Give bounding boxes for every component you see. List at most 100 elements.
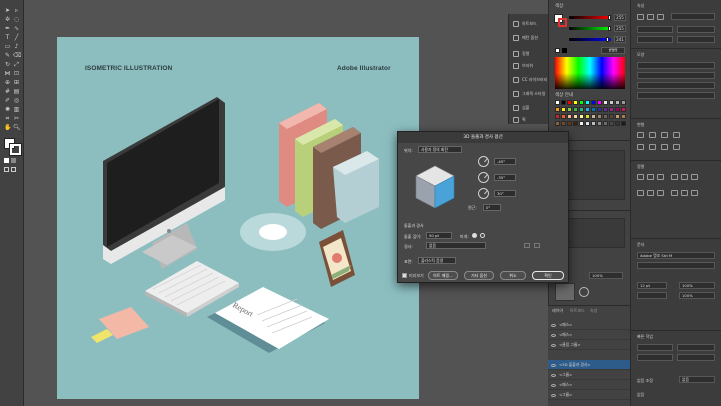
pathfinder-minus-icon[interactable]: [649, 132, 656, 138]
eye-icon[interactable]: [551, 333, 556, 337]
more-options-button[interactable]: 기타 옵션: [464, 271, 494, 280]
bevel-out-icon[interactable]: [534, 243, 540, 248]
kerning-field[interactable]: 100%: [679, 292, 715, 299]
map-art-button[interactable]: 아트 매핑...: [428, 271, 458, 280]
graph-tool-icon[interactable]: ▥: [13, 107, 20, 113]
white-swatch[interactable]: [555, 48, 560, 53]
mask-thumbnail[interactable]: [555, 283, 575, 301]
indent-right-field[interactable]: [677, 344, 715, 351]
eye-icon[interactable]: [551, 373, 556, 377]
screen-mode-icon[interactable]: [11, 167, 16, 172]
layer-row[interactable]: <그룹>: [548, 370, 630, 380]
strip-item-graphic-style[interactable]: 그래픽 스타일: [513, 88, 549, 100]
gradient-tool-icon[interactable]: ▤: [13, 89, 20, 95]
blue-value[interactable]: 241: [614, 36, 626, 43]
color-swatch[interactable]: [621, 114, 626, 119]
direct-selection-tool-icon[interactable]: ▹: [13, 8, 20, 14]
tab-artboards[interactable]: 아트보드: [570, 308, 585, 314]
color-swatch[interactable]: [579, 107, 584, 112]
color-swatch[interactable]: [555, 114, 560, 119]
black-swatch[interactable]: [562, 48, 567, 53]
font-style-field[interactable]: [637, 262, 715, 269]
hyphenation-field[interactable]: 없음: [679, 376, 715, 383]
color-swatch[interactable]: [561, 114, 566, 119]
color-swatch[interactable]: [603, 100, 608, 105]
cap-on-icon[interactable]: [472, 233, 477, 238]
green-slider[interactable]: [569, 27, 611, 30]
font-family-field[interactable]: Adobe 명조 Std M: [637, 252, 715, 259]
eye-icon[interactable]: [551, 343, 556, 347]
strip-item-align[interactable]: 정렬: [513, 48, 549, 60]
scale-tool-icon[interactable]: ⤢: [13, 62, 20, 68]
appearance-stroke-row[interactable]: [637, 72, 715, 79]
tab-layers[interactable]: 레이어: [552, 308, 563, 314]
appearance-opacity-row[interactable]: [637, 82, 715, 89]
eyedropper-tool-icon[interactable]: ✐: [4, 98, 11, 104]
red-slider[interactable]: [569, 16, 611, 19]
color-swatch[interactable]: [609, 107, 614, 112]
ok-button[interactable]: 확인: [532, 271, 564, 280]
color-swatch[interactable]: [615, 100, 620, 105]
color-mode-icon[interactable]: [4, 158, 9, 163]
cap-off-icon[interactable]: [480, 233, 485, 238]
x-rotation-dial[interactable]: [478, 156, 489, 167]
x-field[interactable]: [637, 26, 673, 33]
color-swatch[interactable]: [603, 114, 608, 119]
tab-color[interactable]: 색상: [555, 3, 563, 9]
draw-mode-icon[interactable]: [4, 167, 9, 172]
font-field[interactable]: [671, 13, 715, 20]
align-left-icon[interactable]: [647, 14, 654, 20]
y-field[interactable]: [677, 26, 715, 33]
color-swatch[interactable]: [561, 107, 566, 112]
color-swatch[interactable]: [591, 107, 596, 112]
perspective-field[interactable]: 0°: [483, 204, 501, 211]
color-swatch[interactable]: [609, 100, 614, 105]
color-swatch[interactable]: [567, 114, 572, 119]
color-swatch[interactable]: [585, 114, 590, 119]
z-rotation-dial[interactable]: [478, 188, 489, 199]
pathfinder-unite-icon[interactable]: [637, 132, 644, 138]
paintbrush-tool-icon[interactable]: ♪: [13, 44, 20, 50]
free-transform-tool-icon[interactable]: ⊡: [13, 71, 20, 77]
color-swatch[interactable]: [555, 100, 560, 105]
strip-item-symbol[interactable]: 심볼: [513, 102, 549, 114]
color-swatch[interactable]: [567, 107, 572, 112]
strip-item-brush[interactable]: 브러쉬: [513, 60, 549, 72]
distribute-top-icon[interactable]: [671, 190, 678, 196]
color-swatch[interactable]: [597, 121, 602, 126]
preview-checkbox[interactable]: [402, 273, 407, 278]
blue-slider[interactable]: [569, 38, 611, 41]
rotate-tool-icon[interactable]: ↻: [4, 62, 11, 68]
color-swatch[interactable]: [621, 100, 626, 105]
space-before-field[interactable]: [637, 354, 673, 361]
selection-tool-icon[interactable]: ➤: [4, 8, 11, 14]
color-swatch[interactable]: [603, 107, 608, 112]
distribute-right-icon[interactable]: [657, 190, 664, 196]
color-swatch[interactable]: [597, 107, 602, 112]
color-swatch[interactable]: [621, 121, 626, 126]
tab-color-guide[interactable]: 색상 안내: [555, 92, 573, 98]
red-slider-knob[interactable]: [608, 15, 611, 20]
zoom-tool-icon[interactable]: 🔍︎: [13, 125, 21, 131]
stroke-swatch[interactable]: [9, 143, 22, 156]
align-center-icon[interactable]: [657, 14, 664, 20]
color-swatch[interactable]: [621, 107, 626, 112]
color-swatch[interactable]: [591, 114, 596, 119]
color-swatch[interactable]: [615, 107, 620, 112]
strip-item-stroke[interactable]: 획: [513, 114, 549, 126]
h-field[interactable]: [677, 36, 715, 43]
rotation-cube[interactable]: [410, 162, 460, 212]
color-swatch[interactable]: [579, 114, 584, 119]
color-swatch[interactable]: [609, 114, 614, 119]
width-tool-icon[interactable]: ⋈: [4, 71, 11, 77]
color-swatch[interactable]: [591, 100, 596, 105]
appearance-effect-row[interactable]: [637, 92, 715, 99]
color-swatch[interactable]: [573, 107, 578, 112]
mesh-tool-icon[interactable]: #: [4, 89, 11, 95]
pen-tool-icon[interactable]: ✒: [4, 26, 11, 32]
z-rotation-field[interactable]: 30°: [494, 190, 516, 197]
hex-field[interactable]: ffffff: [601, 47, 625, 54]
indent-left-field[interactable]: [637, 344, 673, 351]
type-tool-icon[interactable]: T: [4, 35, 11, 41]
color-swatch[interactable]: [585, 121, 590, 126]
